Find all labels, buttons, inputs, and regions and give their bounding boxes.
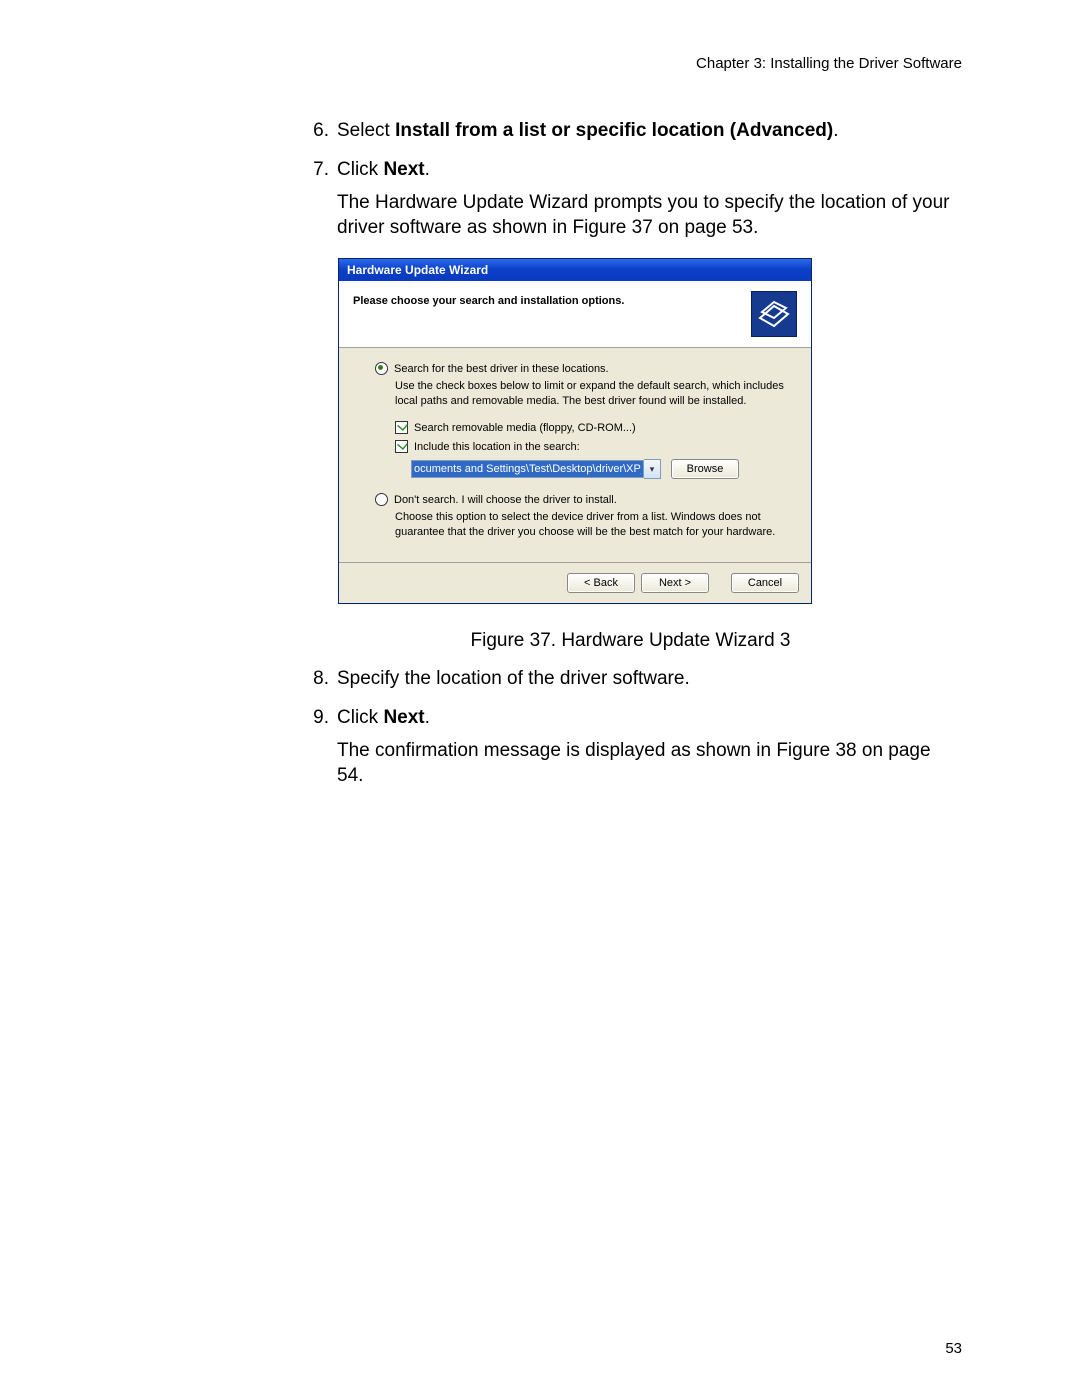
cancel-button[interactable]: Cancel <box>731 573 799 593</box>
radio-search-best[interactable]: Search for the best driver in these loca… <box>375 362 789 375</box>
wizard-header: Please choose your search and installati… <box>339 281 811 348</box>
figure-wizard: Hardware Update Wizard Please choose you… <box>338 258 958 603</box>
radio-dont-search[interactable]: Don't search. I will choose the driver t… <box>375 493 789 506</box>
step-6: 6. Select Install from a list or specifi… <box>303 118 958 143</box>
wizard-body: Search for the best driver in these loca… <box>339 348 811 561</box>
step-8: 8. Specify the location of the driver so… <box>303 666 958 691</box>
text-bold: Install from a list or specific location… <box>395 120 833 141</box>
step-body: Specify the location of the driver softw… <box>337 666 958 691</box>
back-button[interactable]: < Back <box>567 573 635 593</box>
text: Click <box>337 707 383 728</box>
location-combobox[interactable]: ▾ <box>411 459 661 479</box>
step-9: 9. Click Next. The confirmation message … <box>303 705 958 788</box>
wizard-footer: < Back Next > Cancel <box>339 562 811 603</box>
step-paragraph: The Hardware Update Wizard prompts you t… <box>337 190 958 240</box>
text: Click <box>337 159 383 180</box>
checkbox-include-location[interactable]: Include this location in the search: <box>395 440 789 453</box>
spacer <box>715 573 725 593</box>
wizard-titlebar: Hardware Update Wizard <box>339 259 811 281</box>
text-bold: Next <box>383 707 424 728</box>
step-body: Click Next. The Hardware Update Wizard p… <box>337 157 958 240</box>
text: . <box>833 120 838 141</box>
checkbox-label: Search removable media (floppy, CD-ROM..… <box>414 422 636 434</box>
location-row: ▾ Browse <box>411 459 789 479</box>
text: . <box>425 707 430 728</box>
figure-caption: Figure 37. Hardware Update Wizard 3 <box>303 630 958 652</box>
step-body: Select Install from a list or specific l… <box>337 118 958 143</box>
text-bold: Next <box>383 159 424 180</box>
wizard-icon <box>751 291 797 337</box>
location-input[interactable] <box>411 460 644 478</box>
step-number: 6. <box>303 118 337 143</box>
radio-label: Don't search. I will choose the driver t… <box>394 494 617 506</box>
step-paragraph: The confirmation message is displayed as… <box>337 738 958 788</box>
checkbox-icon <box>395 440 408 453</box>
browse-button[interactable]: Browse <box>671 459 739 479</box>
document-page: Chapter 3: Installing the Driver Softwar… <box>0 0 1080 1397</box>
step-number: 7. <box>303 157 337 240</box>
chevron-down-icon[interactable]: ▾ <box>644 459 661 479</box>
option1-description: Use the check boxes below to limit or ex… <box>395 379 789 409</box>
checkbox-label: Include this location in the search: <box>414 441 580 453</box>
step-number: 8. <box>303 666 337 691</box>
text: Specify the location of the driver softw… <box>337 668 690 689</box>
step-number: 9. <box>303 705 337 788</box>
radio-label: Search for the best driver in these loca… <box>394 363 609 375</box>
checkbox-removable-media[interactable]: Search removable media (floppy, CD-ROM..… <box>395 421 789 434</box>
wizard-window: Hardware Update Wizard Please choose you… <box>338 258 812 603</box>
step-body: Click Next. The confirmation message is … <box>337 705 958 788</box>
page-number: 53 <box>945 1340 962 1357</box>
checkbox-icon <box>395 421 408 434</box>
wizard-heading: Please choose your search and installati… <box>353 291 624 307</box>
text: Select <box>337 120 395 141</box>
text: . <box>425 159 430 180</box>
step-7: 7. Click Next. The Hardware Update Wizar… <box>303 157 958 240</box>
radio-icon <box>375 493 388 506</box>
wizard-title: Hardware Update Wizard <box>347 263 488 277</box>
chapter-header: Chapter 3: Installing the Driver Softwar… <box>0 55 962 72</box>
radio-icon <box>375 362 388 375</box>
content-area: 6. Select Install from a list or specifi… <box>303 118 958 788</box>
option2-description: Choose this option to select the device … <box>395 510 789 540</box>
next-button[interactable]: Next > <box>641 573 709 593</box>
